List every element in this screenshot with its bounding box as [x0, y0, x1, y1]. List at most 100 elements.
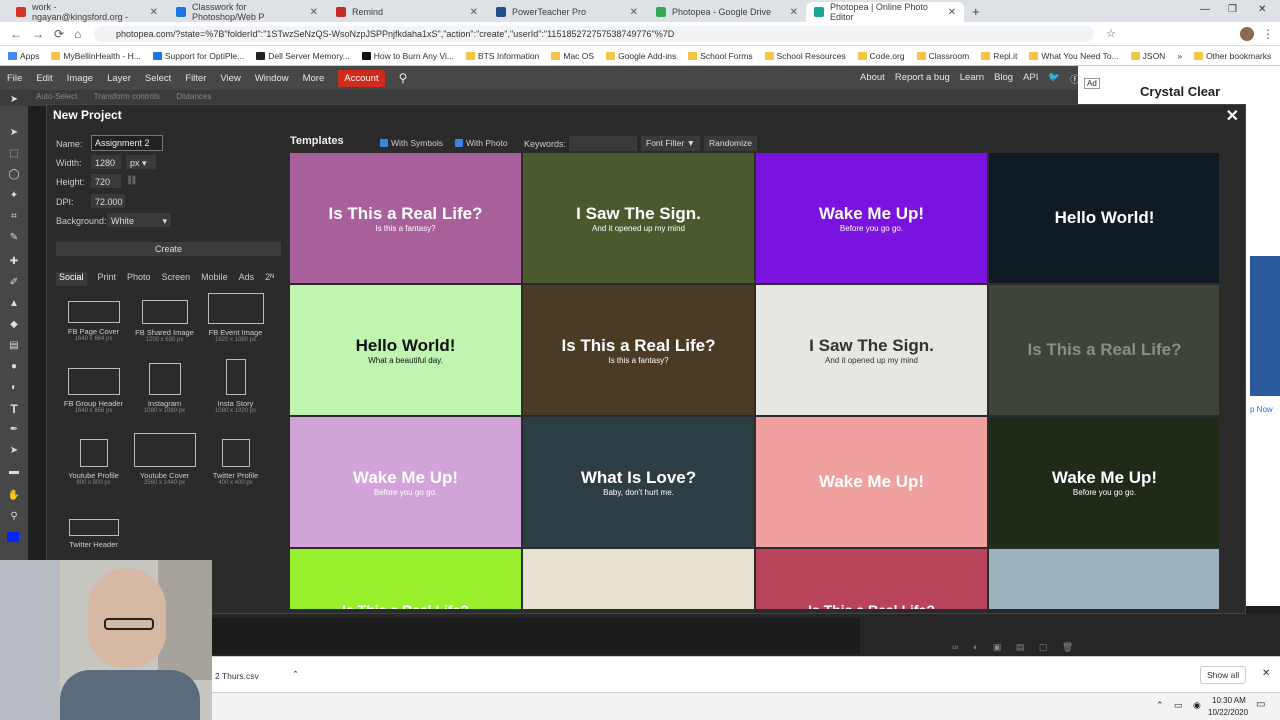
new-tab-button[interactable]: + [972, 4, 980, 19]
tab-mobile[interactable]: Mobile [201, 272, 228, 286]
menu-layer[interactable]: Layer [107, 73, 131, 84]
gradient-tool-icon[interactable]: ▤ [7, 340, 21, 352]
tab-ads[interactable]: Ads [239, 272, 255, 286]
ad-cta[interactable]: p Now [1250, 405, 1273, 414]
template-tile[interactable]: Wake Me Up! Before you go go. [756, 153, 987, 283]
template-tile[interactable]: Wake Me Up! [756, 417, 987, 547]
ad-image[interactable] [1250, 256, 1280, 396]
keywords-input[interactable] [569, 136, 637, 151]
move-tool-icon[interactable]: ➤ [7, 127, 21, 139]
account-button[interactable]: Account [338, 69, 385, 87]
with-symbols-checkbox[interactable]: With Symbols [380, 138, 443, 148]
preset-insta-story[interactable]: Insta Story 1080 x 1920 px [198, 359, 273, 431]
bookmark-item[interactable]: Google Add-ins [606, 51, 676, 61]
foreground-color-swatch[interactable] [7, 532, 19, 542]
magic-wand-icon[interactable]: ✦ [7, 190, 21, 202]
preset-instagram[interactable]: Instagram 1080 x 1080 px [127, 363, 202, 431]
chevron-up-icon[interactable]: ⌃ [292, 669, 299, 680]
template-tile[interactable]: Is This a Real Life?Is this a fantasy? [756, 549, 987, 609]
preset-fb-group-header[interactable]: FB Group Header 1640 x 856 px [56, 363, 131, 431]
restore-icon[interactable]: ❐ [1228, 4, 1237, 15]
twitter-icon[interactable]: 🐦 [1048, 72, 1060, 86]
api-link[interactable]: API [1023, 72, 1038, 86]
auto-select-checkbox[interactable]: Auto-Select [36, 92, 77, 101]
ad-title[interactable]: Crystal Clear [1140, 84, 1220, 99]
tab-power-of-two[interactable]: 2ᴺ [265, 272, 274, 286]
menu-window[interactable]: Window [255, 73, 289, 84]
link-ratio-icon[interactable]: ⛓ [126, 175, 137, 186]
template-tile[interactable]: I Saw The Sign. And it opened up my mind [523, 153, 754, 283]
bookmark-item[interactable]: Support for OptiPle... [152, 51, 244, 61]
star-icon[interactable]: ☆ [1106, 27, 1116, 40]
menu-select[interactable]: Select [145, 73, 171, 84]
menu-image[interactable]: Image [67, 73, 93, 84]
search-icon[interactable]: ⚲ [399, 71, 408, 85]
preset-youtube-profile[interactable]: Youtube Profile 800 x 800 px [56, 437, 131, 505]
bookmark-item[interactable]: JSON [1130, 51, 1165, 61]
download-filename[interactable]: 2 Thurs.csv [215, 671, 259, 681]
create-button[interactable]: Create [56, 242, 281, 256]
eraser-tool-icon[interactable]: ◆ [7, 319, 21, 331]
layer-actions-icons[interactable]: ∞ ◐ ▣ ▤ ▢ 🗑 [952, 642, 1079, 653]
bookmark-item[interactable]: School Resources [764, 51, 846, 61]
preset-fb-page-cover[interactable]: FB Page Cover 1640 x 664 px [56, 291, 131, 359]
bookmark-item[interactable]: Dell Server Memory... [256, 51, 350, 61]
menu-file[interactable]: File [7, 73, 22, 84]
randomize-button[interactable]: Randomize [704, 136, 757, 151]
tab-photo[interactable]: Photo [127, 272, 151, 286]
bookmark-item[interactable]: Apps [8, 51, 39, 61]
template-tile[interactable]: Wake Me Up! Before you go go. [290, 417, 521, 547]
distances-checkbox[interactable]: Distances [176, 92, 211, 101]
template-tile[interactable]: I Saw The Sign. [523, 549, 754, 609]
close-icon[interactable]: ✕ [150, 7, 158, 18]
close-icon[interactable]: ✕ [470, 7, 478, 18]
url-field[interactable]: photopea.com/?state=%7B"folderId":"1STwz… [94, 26, 1094, 42]
template-tile[interactable]: Is This a Real Life?Is this a fantasy? [523, 285, 754, 415]
browser-tab[interactable]: Classwork for Photoshop/Web P ✕ [168, 2, 326, 22]
brush-tool-icon[interactable]: ✐ [7, 277, 21, 289]
preset-twitter-profile[interactable]: Twitter Profile 400 x 400 px [198, 437, 273, 505]
width-input[interactable]: 1280 [91, 155, 121, 169]
browser-tab[interactable]: work - ngayan@kingsford.org - ✕ [8, 2, 166, 22]
marquee-tool-icon[interactable]: ⬚ [7, 148, 21, 160]
tray-icons[interactable]: ⌃ ▭ ◉ [1156, 700, 1205, 711]
reload-icon[interactable]: ⟳ [54, 27, 64, 41]
dodge-tool-icon[interactable]: ◐ [7, 382, 21, 394]
clock-date[interactable]: 10/22/2020 [1208, 708, 1248, 717]
bookmark-item[interactable]: Code.org [857, 51, 905, 61]
lasso-tool-icon[interactable]: ◯ [7, 169, 21, 181]
bookmark-item[interactable]: What You Need To... [1029, 51, 1119, 61]
project-name-input[interactable]: Assignment 2 [91, 135, 163, 151]
blur-tool-icon[interactable]: ● [7, 361, 21, 373]
browser-tab[interactable]: Remind ✕ [328, 2, 486, 22]
tab-print[interactable]: Print [98, 272, 117, 286]
with-photo-checkbox[interactable]: With Photo [455, 138, 508, 148]
bookmark-item[interactable]: MyBellinHealth - H... [51, 51, 141, 61]
bookmark-item[interactable]: BTS Information [465, 51, 539, 61]
close-icon[interactable]: ✕ [1262, 668, 1270, 679]
browser-tab[interactable]: PowerTeacher Pro ✕ [488, 2, 646, 22]
browser-tab[interactable]: Photopea - Google Drive ✕ [648, 2, 806, 22]
template-tile[interactable]: Is This a Real Life?Is this a fantasy? [290, 549, 521, 609]
unit-select[interactable]: px ▾ [126, 155, 156, 169]
template-tile[interactable]: Wake Me Up! Before you go go. [989, 417, 1219, 547]
blog-link[interactable]: Blog [994, 72, 1013, 86]
font-filter-button[interactable]: Font Filter ▼ [641, 136, 701, 151]
healing-tool-icon[interactable]: ✚ [7, 256, 21, 268]
minimize-icon[interactable]: — [1200, 4, 1210, 15]
preset-fb-event-image[interactable]: FB Event Image 1920 x 1080 px [198, 291, 273, 359]
clock-time[interactable]: 10:30 AM [1212, 696, 1246, 705]
dpi-input[interactable]: 72.000 [91, 194, 125, 208]
show-all-button[interactable]: Show all [1200, 666, 1247, 684]
bookmark-item[interactable]: School Forms [688, 51, 753, 61]
crop-tool-icon[interactable]: ⌗ [7, 211, 21, 223]
close-icon[interactable]: ✕ [790, 7, 798, 18]
bookmark-item[interactable]: Classroom [916, 51, 969, 61]
template-tile[interactable]: I Saw The Sign. And it opened up my mind [756, 285, 987, 415]
bookmark-item[interactable]: How to Burn Any Vi... [361, 51, 454, 61]
height-input[interactable]: 720 [91, 174, 121, 188]
bookmark-item[interactable]: Repl.it [981, 51, 1017, 61]
template-tile[interactable]: Is This a Real Life? [989, 549, 1219, 609]
menu-edit[interactable]: Edit [36, 73, 52, 84]
learn-link[interactable]: Learn [960, 72, 984, 86]
